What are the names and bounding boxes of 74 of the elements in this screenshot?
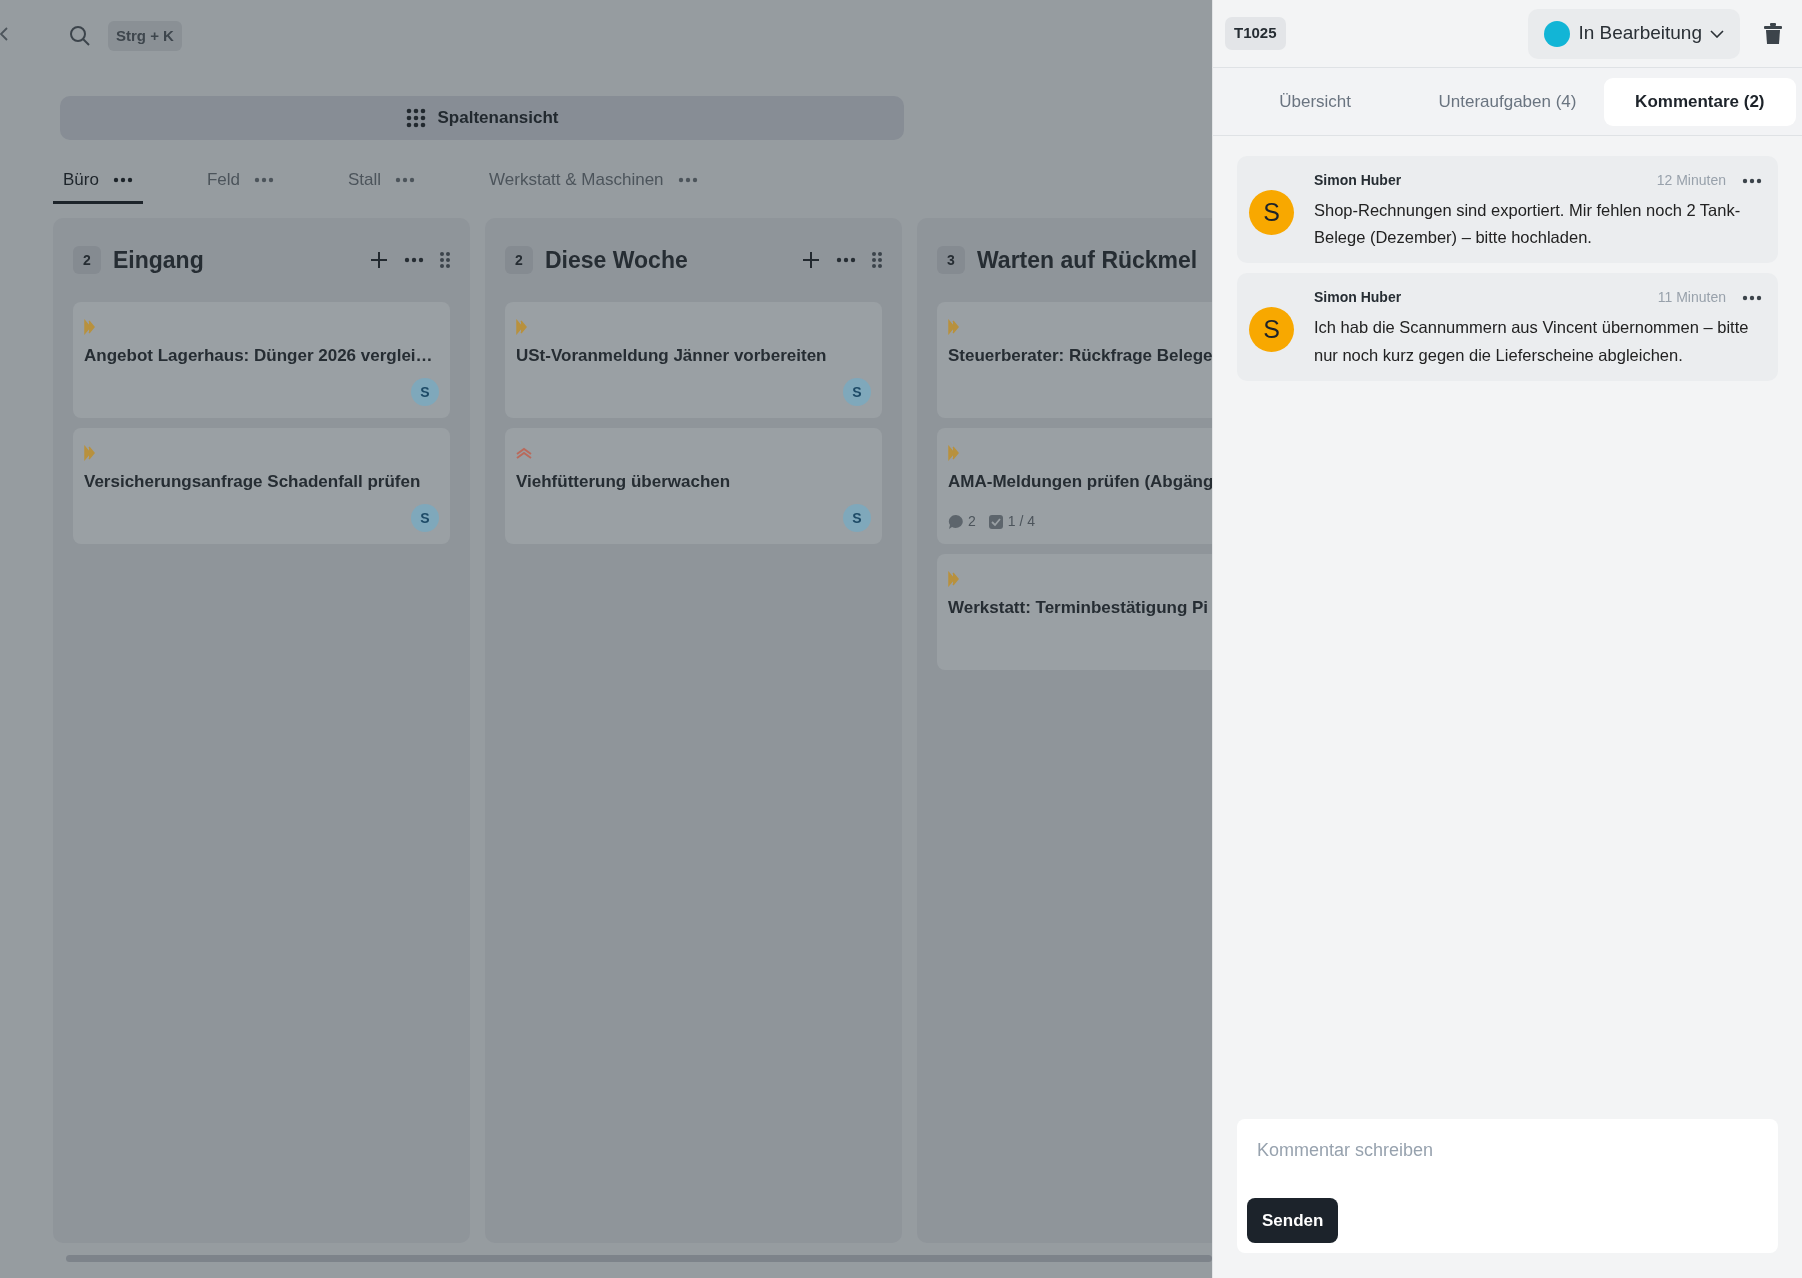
- card-title: Viehfütterung überwachen: [516, 471, 732, 493]
- double-chevron-icon: [516, 318, 528, 335]
- column-title: Diese Woche: [545, 245, 688, 275]
- card-title: USt-Voranmeldung Jänner vorbereiten: [516, 345, 828, 367]
- card-title: Werkstatt: Terminbestätigung Pi: [948, 597, 1210, 619]
- subtask-count: 1 / 4: [1007, 512, 1036, 531]
- status-dropdown[interactable]: In Bearbeitung: [1528, 8, 1740, 59]
- column-title: Warten auf Rückmel: [977, 245, 1198, 275]
- board-tab[interactable]: Büro: [53, 158, 143, 204]
- shortcut-hint: Strg + K: [108, 20, 182, 52]
- drag-handle-icon[interactable]: [872, 252, 882, 268]
- assignee-avatar: S: [411, 378, 439, 406]
- card-title: AMA-Meldungen prüfen (Abgäng: [948, 471, 1212, 493]
- author-name: Simon Huber: [1314, 288, 1402, 308]
- double-chevron-icon: [84, 318, 96, 335]
- scrollbar[interactable]: [66, 1255, 1212, 1262]
- board-tab[interactable]: Feld: [196, 158, 284, 204]
- send-button[interactable]: Senden: [1247, 1197, 1339, 1243]
- comment-field[interactable]: Kommentar schreiben Senden: [1237, 1119, 1778, 1253]
- author-avatar: S: [1249, 190, 1294, 235]
- card-title: Angebot Lagerhaus: Dünger 2026 verglei…: [84, 345, 434, 367]
- task-card[interactable]: AMA-Meldungen prüfen (Abgäng 2 1 / 4: [937, 428, 1212, 544]
- view-switch-button[interactable]: Spaltenansicht: [60, 96, 904, 140]
- panel-tab[interactable]: Kommentare (2): [1603, 77, 1796, 126]
- more-icon[interactable]: [404, 257, 424, 263]
- comment-text: Shop-Rechnungen sind exportiert. Mir fehlen noch 2 Tank-Belege (Dezember) – bitte hochladen.: [1314, 200, 1742, 249]
- more-icon: [1742, 177, 1762, 184]
- comment-icon: [948, 513, 964, 530]
- plus-icon[interactable]: [370, 251, 388, 269]
- chevron-down-icon: [1710, 29, 1724, 38]
- more-icon[interactable]: [836, 257, 856, 263]
- double-chevron-icon: [84, 444, 96, 461]
- card-title: Steuerberater: Rückfrage Belege: [948, 345, 1212, 367]
- panel-tab[interactable]: Unteraufgaben (4): [1411, 77, 1604, 126]
- count-badge: 2: [505, 246, 533, 274]
- checkbox-icon: [987, 513, 1004, 530]
- chevron-left-icon[interactable]: [0, 26, 8, 42]
- task-id-badge: T1025: [1225, 17, 1286, 50]
- comment-time: 12 Minuten: [1656, 171, 1726, 190]
- double-caret-up-icon: [516, 446, 532, 459]
- more-icon[interactable]: [112, 176, 133, 183]
- author-name: Simon Huber: [1314, 171, 1402, 190]
- author-avatar: S: [1249, 307, 1294, 353]
- trash-icon[interactable]: [1764, 22, 1782, 45]
- task-card[interactable]: Angebot Lagerhaus: Dünger 2026 verglei… S: [73, 302, 450, 418]
- count-badge: 3: [937, 246, 965, 274]
- task-card[interactable]: Werkstatt: Terminbestätigung Pi: [937, 554, 1212, 670]
- more-icon[interactable]: [677, 176, 698, 183]
- comment-time: 11 Minuten: [1657, 288, 1726, 308]
- search-icon[interactable]: [68, 24, 92, 48]
- comment-text: Ich hab die Scannummern aus Vincent übernommen – bitte nur noch kurz gegen die Lieferscheine abgleichen.: [1314, 317, 1750, 366]
- board-tab[interactable]: Werkstatt & Maschinen: [479, 158, 708, 204]
- card-title: Versicherungsanfrage Schadenfall prüfen: [84, 471, 422, 493]
- column-title: Eingang: [113, 245, 204, 275]
- double-chevron-icon: [948, 570, 960, 587]
- task-card[interactable]: Steuerberater: Rückfrage Belege: [937, 302, 1212, 418]
- panel-tab[interactable]: Übersicht: [1219, 77, 1412, 126]
- more-icon: [1742, 294, 1762, 301]
- task-card[interactable]: Versicherungsanfrage Schadenfall prüfen S: [73, 428, 450, 544]
- task-card[interactable]: Viehfütterung überwachen S: [505, 428, 882, 544]
- count-badge: 2: [73, 246, 101, 274]
- drag-handle-icon[interactable]: [440, 252, 450, 268]
- grid-icon: [405, 108, 426, 128]
- double-chevron-icon: [948, 444, 960, 461]
- assignee-avatar: S: [843, 504, 871, 532]
- task-card[interactable]: USt-Voranmeldung Jänner vorbereiten S: [505, 302, 882, 418]
- plus-icon[interactable]: [802, 251, 820, 269]
- more-icon[interactable]: [395, 176, 416, 183]
- assignee-avatar: S: [411, 504, 439, 532]
- board-tab[interactable]: Stall: [338, 158, 426, 204]
- comment-count: 2: [968, 512, 976, 531]
- assignee-avatar: S: [843, 378, 871, 406]
- double-chevron-icon: [948, 318, 960, 335]
- more-icon[interactable]: [254, 176, 274, 183]
